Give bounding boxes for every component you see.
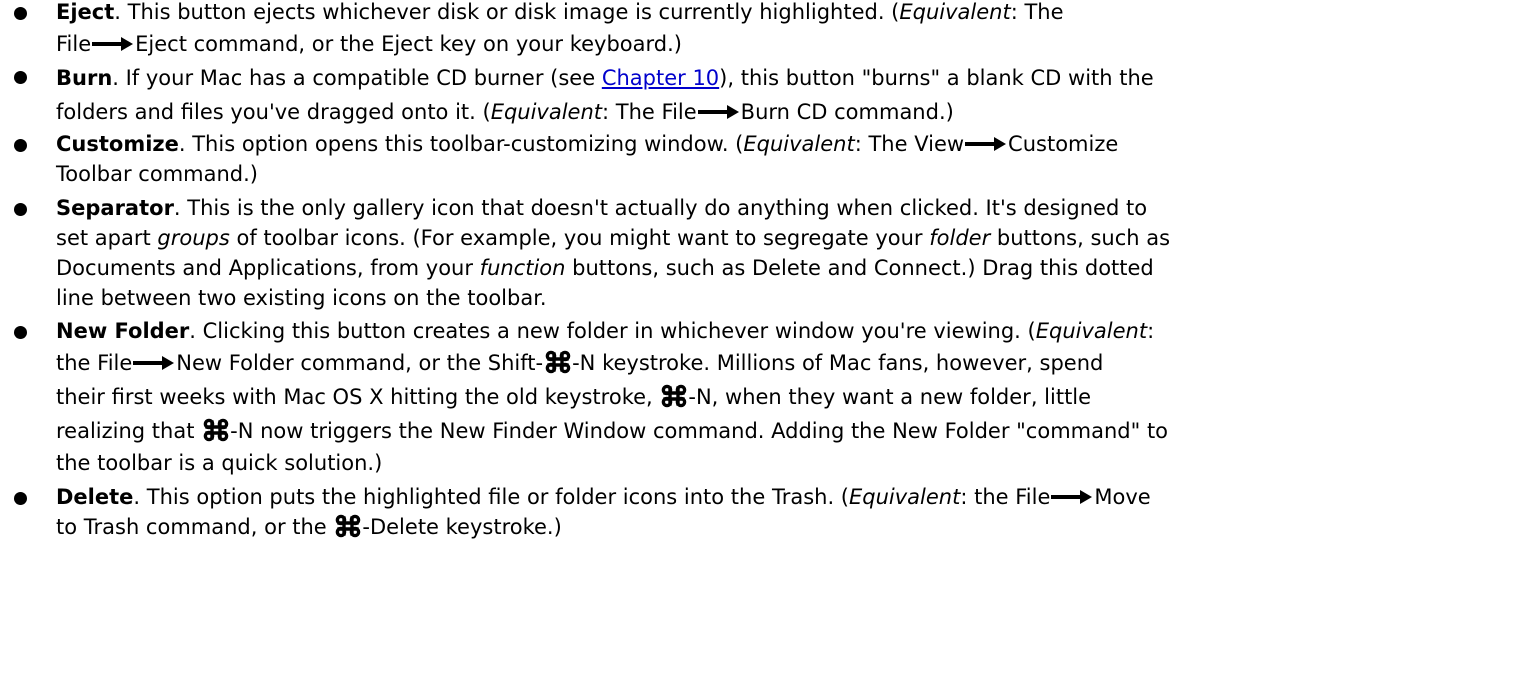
text-span: : The [1010, 0, 1064, 24]
text-span: . This is the only gallery icon that doe… [173, 196, 1148, 220]
text-span: buttons, such as [990, 226, 1171, 250]
text-span: to Trash command, or the [56, 515, 334, 539]
equivalent-label: Equivalent [899, 0, 1011, 24]
text-span: . This option puts the highlighted file … [133, 485, 849, 509]
text-span: Eject command, or the Eject key on your … [135, 32, 682, 56]
text-span: . This option opens this toolbar-customi… [178, 132, 744, 156]
menu-arrow-icon [697, 104, 740, 120]
term-eject: Eject [56, 0, 115, 24]
text-span: Toolbar command.) [56, 162, 258, 186]
text-line: Delete. This option puts the highlighted… [56, 482, 1510, 512]
equivalent-label: Equivalent [1035, 319, 1148, 343]
text-span: set apart [56, 226, 158, 250]
text-line: to Trash command, or the -Delete keystro… [56, 512, 1510, 542]
list-item-customize: Customize. This option opens this toolba… [0, 129, 1530, 189]
text-span: -N now triggers the New Finder Window co… [230, 419, 1169, 443]
text-span: : the File [960, 485, 1051, 509]
bullet-icon [14, 139, 27, 152]
text-span: line between two existing icons on the t… [56, 286, 547, 310]
list-item-delete: Delete. This option puts the highlighted… [0, 482, 1530, 542]
text-span: -N, when they want a new folder, little [688, 385, 1092, 409]
text-span: New Folder command, or the Shift- [176, 351, 544, 375]
term-separator: Separator [56, 196, 174, 220]
equivalent-label: Equivalent [743, 132, 855, 156]
term-burn: Burn [56, 66, 113, 90]
text-span: folders and files you've dragged onto it… [56, 100, 491, 124]
text-span: -N keystroke. Millions of Mac fans, howe… [572, 351, 1104, 375]
command-key-icon [545, 350, 571, 374]
text-span: : The File [602, 100, 697, 124]
bullet-icon [14, 326, 27, 339]
bullet-icon [14, 492, 27, 505]
command-key-icon [335, 514, 361, 538]
list-item-new-folder: New Folder. Clicking this button creates… [0, 316, 1530, 478]
menu-arrow-icon [1051, 489, 1093, 505]
bullet-icon [14, 7, 27, 20]
text-span: Move [1094, 485, 1151, 509]
menu-arrow-icon [965, 136, 1007, 152]
text-span: . Clicking this button creates a new fol… [189, 319, 1036, 343]
text-span: ), this button "burns" a blank CD with t… [719, 66, 1154, 90]
list-item-burn: Burn. If your Mac has a compatible CD bu… [0, 61, 1530, 129]
menu-arrow-icon [92, 36, 134, 52]
text-line: Burn. If your Mac has a compatible CD bu… [56, 61, 1510, 95]
text-span: the File [56, 351, 133, 375]
text-span: File [56, 32, 92, 56]
text-span: Documents and Applications, from your [56, 256, 480, 280]
text-line: the toolbar is a quick solution.) [56, 448, 1510, 478]
text-line: set apart groups of toolbar icons. (For … [56, 223, 1510, 253]
text-line: Toolbar command.) [56, 159, 1510, 189]
text-line: Eject. This button ejects whichever disk… [56, 0, 1510, 27]
text-span: : The View [854, 132, 965, 156]
text-line: Documents and Applications, from your fu… [56, 253, 1510, 283]
command-key-icon [203, 418, 229, 442]
text-line: realizing that -N now triggers the New F… [56, 414, 1510, 448]
emphasis-groups: groups [157, 226, 230, 250]
equivalent-label: Equivalent [849, 485, 961, 509]
text-line: folders and files you've dragged onto it… [56, 95, 1510, 129]
term-customize: Customize [56, 132, 179, 156]
text-line: New Folder. Clicking this button creates… [56, 316, 1510, 346]
text-span: the toolbar is a quick solution.) [56, 451, 383, 475]
bullet-icon [14, 71, 27, 84]
text-line: Customize. This option opens this toolba… [56, 129, 1510, 159]
term-delete: Delete [56, 485, 134, 509]
text-line: line between two existing icons on the t… [56, 283, 1510, 313]
document-page: Eject. This button ejects whichever disk… [0, 0, 1530, 672]
chapter-10-link[interactable]: Chapter 10 [602, 66, 719, 90]
text-span: their first weeks with Mac OS X hitting … [56, 385, 660, 409]
text-line: File Eject command, or the Eject key on y… [56, 27, 1510, 61]
term-new-folder: New Folder [56, 319, 190, 343]
text-span: Burn CD command.) [740, 100, 954, 124]
toolbar-buttons-list: Eject. This button ejects whichever disk… [0, 0, 1530, 542]
text-span: realizing that [56, 419, 202, 443]
text-span: : [1147, 319, 1155, 343]
text-span: buttons, such as Delete and Connect.) Dr… [565, 256, 1154, 280]
menu-arrow-icon [133, 355, 175, 371]
list-item-separator: Separator. This is the only gallery icon… [0, 193, 1530, 313]
text-line: Separator. This is the only gallery icon… [56, 193, 1510, 223]
text-span: of toolbar icons. (For example, you migh… [229, 226, 930, 250]
text-span: . If your Mac has a compatible CD burner… [112, 66, 602, 90]
equivalent-label: Equivalent [490, 100, 603, 124]
list-item-eject: Eject. This button ejects whichever disk… [0, 0, 1530, 61]
command-key-icon [661, 384, 687, 408]
emphasis-function: function [479, 256, 566, 280]
bullet-icon [14, 203, 27, 216]
text-span: -Delete keystroke.) [362, 515, 562, 539]
text-line: their first weeks with Mac OS X hitting … [56, 380, 1510, 414]
emphasis-folder: folder [929, 226, 991, 250]
text-span: Customize [1008, 132, 1119, 156]
text-line: the File New Folder command, or the Shift… [56, 346, 1510, 380]
text-span: . This button ejects whichever disk or d… [114, 0, 900, 24]
